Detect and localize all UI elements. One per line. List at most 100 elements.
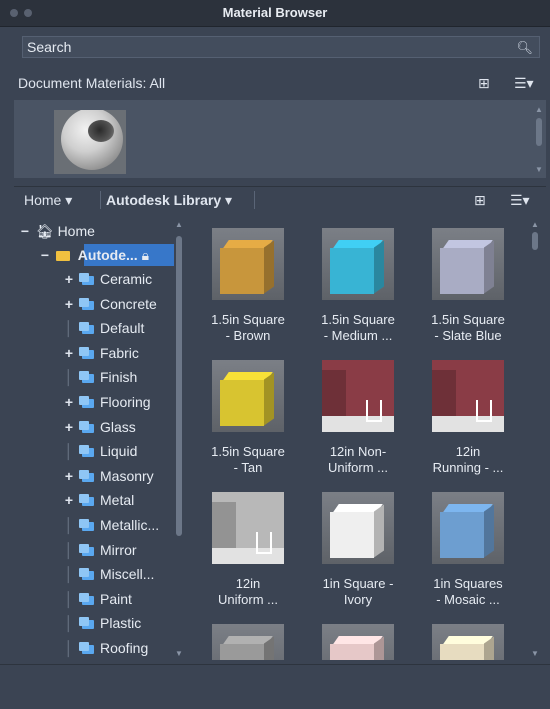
window-controls[interactable] bbox=[10, 9, 32, 17]
tree-node-library[interactable]: − Autode... 🔒︎ bbox=[38, 244, 149, 266]
search-input[interactable]: Search 🔍︎ bbox=[22, 36, 540, 58]
tree-item-label: Concrete bbox=[100, 295, 157, 312]
tree-item[interactable]: + Ceramic bbox=[62, 268, 152, 290]
material-label-line1: 1.5in Square bbox=[211, 444, 285, 459]
material-label-line1: 1in Squares bbox=[433, 576, 503, 591]
status-bar bbox=[0, 664, 550, 709]
tree-item-label: Liquid bbox=[100, 443, 138, 460]
tree-scrollbar[interactable]: ▲ ▼ bbox=[174, 218, 184, 660]
title-bar: Material Browser bbox=[0, 0, 550, 27]
tree-connector: │ bbox=[64, 615, 74, 632]
material-thumbnail bbox=[322, 360, 394, 432]
material-thumbnail bbox=[432, 360, 504, 432]
document-material-thumbnail[interactable] bbox=[54, 110, 126, 174]
library-options-icon[interactable]: ⊞ bbox=[474, 187, 486, 213]
tree-item-label: Plastic bbox=[100, 615, 142, 632]
tree-item[interactable]: + Flooring bbox=[62, 391, 151, 413]
tree-item[interactable]: │ Finish bbox=[62, 366, 138, 388]
tree-item-label: Fabric bbox=[100, 344, 139, 361]
library-view-options-icon[interactable]: ☰▾ bbox=[510, 187, 530, 213]
material-label: 1.5in Square - Tan bbox=[194, 444, 302, 476]
material-thumbnail bbox=[432, 228, 504, 300]
folder-icon bbox=[79, 273, 94, 285]
tree-item[interactable]: + Glass bbox=[62, 416, 136, 438]
material-tile[interactable] bbox=[194, 624, 302, 660]
expand-icon[interactable]: + bbox=[62, 268, 76, 290]
tree-item[interactable]: + Fabric bbox=[62, 342, 139, 364]
tree-item[interactable]: │ Liquid bbox=[62, 440, 138, 462]
tree-item[interactable]: │ Miscell... bbox=[62, 563, 155, 585]
material-label-line2: - Slate Blue bbox=[434, 328, 502, 343]
tree-node-home[interactable]: − 🏠︎ Home bbox=[18, 220, 95, 242]
tree-library-label: Autode... bbox=[77, 247, 138, 263]
material-thumbnail bbox=[212, 228, 284, 300]
material-tile[interactable]: 1.5in Square - Slate Blue bbox=[414, 228, 522, 344]
folder-icon bbox=[79, 322, 94, 335]
material-tile[interactable]: 1.5in Square - Tan bbox=[194, 360, 302, 476]
folder-icon bbox=[79, 568, 94, 581]
tree-connector: │ bbox=[64, 541, 74, 558]
expand-icon[interactable]: + bbox=[62, 489, 76, 511]
material-tile[interactable] bbox=[414, 624, 522, 660]
tree-connector: │ bbox=[64, 517, 74, 533]
tree-item[interactable]: │ Plastic bbox=[62, 612, 142, 634]
material-label-line1: 12in bbox=[455, 444, 481, 459]
home-icon: 🏠︎ bbox=[35, 223, 54, 239]
tree-item-label: Roofing bbox=[100, 640, 149, 656]
expand-icon[interactable]: + bbox=[62, 391, 76, 413]
material-scrollbar[interactable]: ▲ ▼ bbox=[530, 218, 540, 660]
material-tile[interactable]: 12in Running - ... bbox=[414, 360, 522, 476]
tree-item-label: Miscell... bbox=[100, 566, 155, 583]
view-options-icon[interactable]: ☰▾ bbox=[514, 72, 534, 94]
material-tile[interactable]: 1in Squares - Mosaic ... bbox=[414, 492, 522, 608]
tree-item[interactable]: │ Roofing bbox=[62, 637, 149, 659]
folder-icon bbox=[79, 346, 94, 359]
material-thumbnail bbox=[322, 492, 394, 564]
material-thumbnail bbox=[212, 624, 284, 660]
expand-icon[interactable]: + bbox=[62, 416, 76, 438]
tree-home-label: Home bbox=[57, 223, 95, 239]
tree-item[interactable]: + Masonry bbox=[62, 465, 154, 487]
home-dropdown[interactable]: Home ▾ bbox=[24, 187, 72, 213]
collapse-icon[interactable]: − bbox=[38, 244, 52, 266]
material-label-line1: 12in bbox=[235, 576, 261, 591]
create-material-icon[interactable]: ⊞ bbox=[478, 72, 490, 94]
material-tile[interactable]: 12in Non- Uniform ... bbox=[304, 360, 412, 476]
material-tile[interactable]: 1.5in Square - Medium ... bbox=[304, 228, 412, 344]
tree-item-label: Default bbox=[100, 320, 145, 337]
tree-connector: │ bbox=[64, 443, 74, 460]
material-label-line2: Uniform ... bbox=[218, 592, 278, 607]
tree-item[interactable]: + Concrete bbox=[62, 293, 157, 315]
tree-connector: │ bbox=[64, 369, 74, 386]
expand-icon[interactable]: + bbox=[62, 342, 76, 364]
folder-icon bbox=[79, 445, 94, 458]
collapse-icon[interactable]: − bbox=[18, 220, 32, 242]
tree-item-label: Glass bbox=[100, 418, 136, 435]
material-label-line1: 1.5in Square bbox=[211, 312, 285, 327]
material-grid: 1.5in Square - Brown 1.5in Square - Medium … bbox=[194, 218, 530, 660]
material-tile[interactable]: 12in Uniform ... bbox=[194, 492, 302, 608]
tree-item-label: Mirror bbox=[100, 541, 137, 558]
search-icon[interactable]: 🔍︎ bbox=[516, 38, 533, 58]
tree-item[interactable]: │ Mirror bbox=[62, 539, 137, 561]
search-placeholder: Search bbox=[27, 39, 72, 55]
document-scrollbar[interactable]: ▲ ▼ bbox=[534, 106, 544, 176]
tree-item[interactable]: + Metal bbox=[62, 489, 134, 511]
tree-item[interactable]: │ Default bbox=[62, 317, 145, 339]
material-tile[interactable] bbox=[304, 624, 412, 660]
folder-icon bbox=[79, 494, 94, 507]
folder-icon bbox=[79, 592, 94, 605]
library-dropdown[interactable]: Autodesk Library ▾ bbox=[106, 187, 232, 213]
material-label: 1.5in Square - Slate Blue bbox=[414, 312, 522, 344]
expand-icon[interactable]: + bbox=[62, 293, 76, 315]
tree-item[interactable]: │ Metallic... bbox=[62, 514, 160, 536]
tree-item-label: Masonry bbox=[100, 467, 154, 484]
material-tile[interactable]: 1in Square - Ivory bbox=[304, 492, 412, 608]
material-thumbnail bbox=[432, 624, 504, 660]
material-label-line1: 1.5in Square bbox=[431, 312, 505, 327]
library-label: Autodesk Library bbox=[106, 192, 222, 208]
material-tile[interactable]: 1.5in Square - Brown bbox=[194, 228, 302, 344]
expand-icon[interactable]: + bbox=[62, 465, 76, 487]
material-label-line2: - Tan bbox=[233, 460, 263, 475]
tree-item[interactable]: │ Paint bbox=[62, 588, 132, 610]
